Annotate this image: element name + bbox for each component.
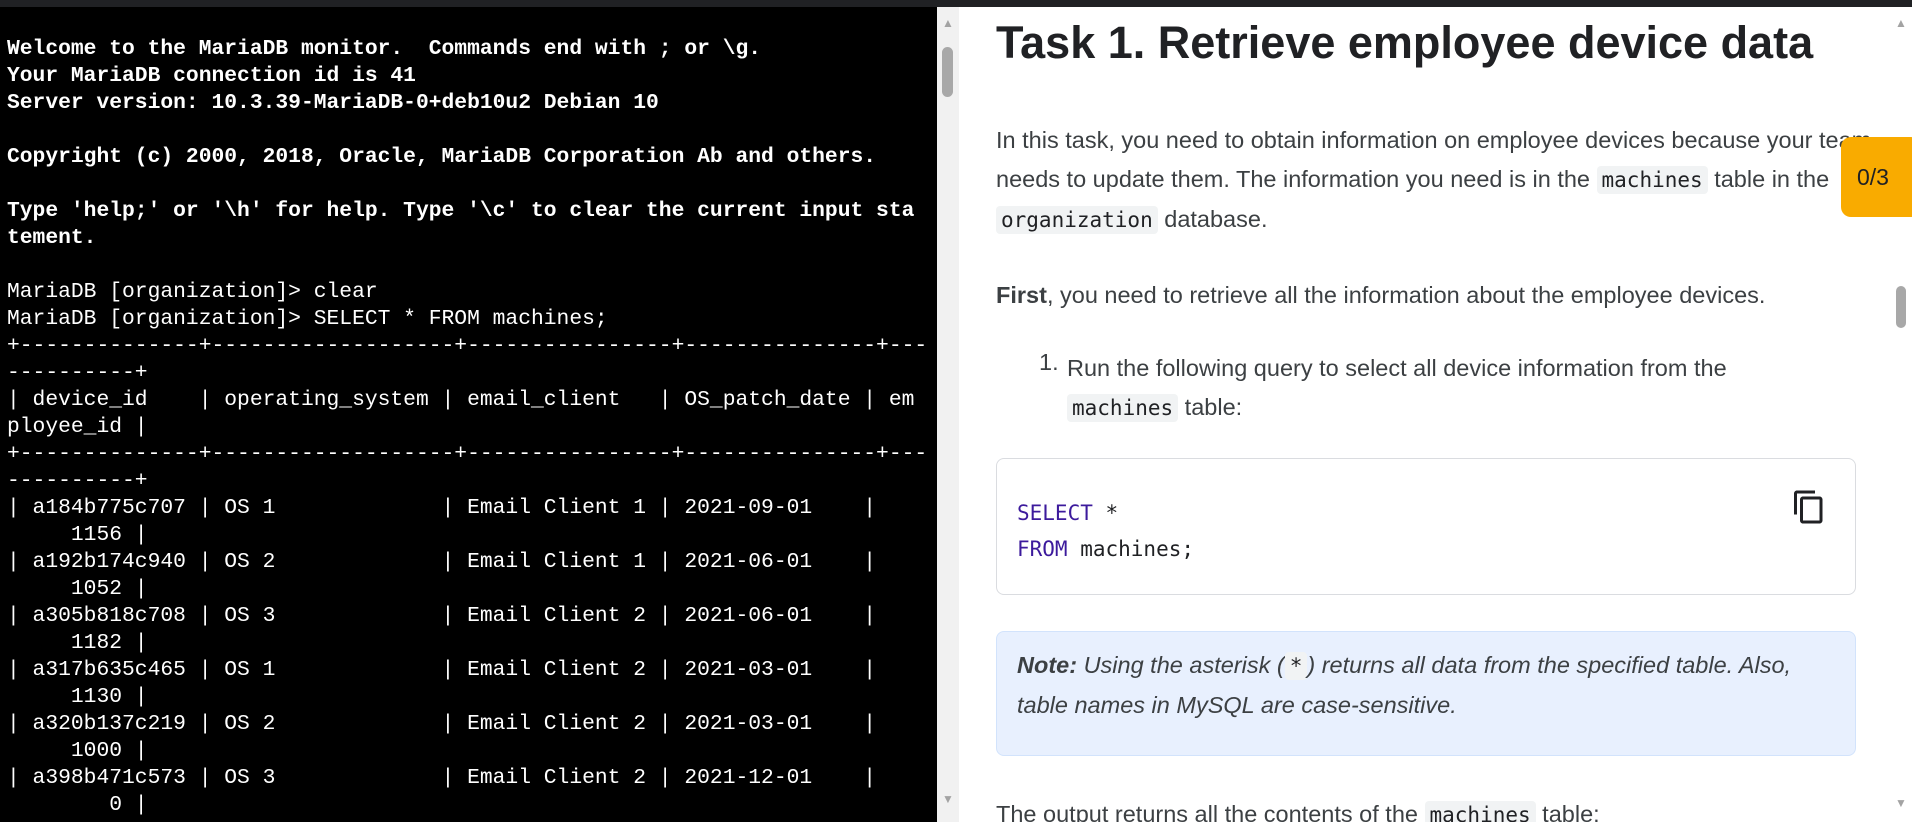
terminal-line: Copyright (c) 2000, 2018, Oracle, MariaD… bbox=[7, 145, 877, 169]
intro-text-3: database. bbox=[1157, 206, 1268, 232]
step-1-text: Run the following query to select all de… bbox=[1067, 349, 1827, 428]
code-text-2: machines; bbox=[1067, 537, 1195, 561]
first-paragraph: First, you need to retrieve all the info… bbox=[996, 276, 1876, 315]
arrow-up-icon[interactable]: ▲ bbox=[937, 13, 959, 33]
code-content[interactable]: SELECT * FROM machines; bbox=[1017, 495, 1194, 567]
terminal-line: ployee_id | bbox=[7, 415, 148, 439]
first-bold: First bbox=[996, 282, 1047, 308]
arrow-up-icon[interactable]: ▲ bbox=[1890, 13, 1912, 33]
output-paragraph: The output returns all the contents of t… bbox=[996, 795, 1876, 822]
step-text-2: table: bbox=[1178, 394, 1243, 420]
terminal-output: Welcome to the MariaDB monitor. Commands… bbox=[7, 36, 927, 819]
copy-icon[interactable] bbox=[1791, 489, 1827, 525]
terminal-line: +--------------+-------------------+----… bbox=[7, 334, 928, 358]
terminal-line: 1000 | bbox=[7, 739, 148, 763]
code-keyword-select: SELECT bbox=[1017, 501, 1093, 525]
intro-text-2: table in the bbox=[1707, 166, 1830, 192]
terminal-line: | a305b818c708 | OS 3 | Email Client 2 |… bbox=[7, 604, 877, 628]
note-text-1: Using the asterisk ( bbox=[1077, 652, 1285, 678]
task-intro: In this task, you need to obtain informa… bbox=[996, 121, 1876, 240]
code-keyword-from: FROM bbox=[1017, 537, 1068, 561]
code-text-1: * bbox=[1092, 501, 1119, 525]
terminal-line: Welcome to the MariaDB monitor. Commands… bbox=[7, 37, 762, 61]
terminal-line: Your MariaDB connection id is 41 bbox=[7, 64, 416, 88]
step-code-machines: machines bbox=[1067, 394, 1179, 422]
intro-code-machines: machines bbox=[1596, 166, 1708, 194]
terminal-line: Server version: 10.3.39-MariaDB-0+deb10u… bbox=[7, 91, 659, 115]
terminal-line: | a320b137c219 | OS 2 | Email Client 2 |… bbox=[7, 712, 877, 736]
terminal-scroll-thumb[interactable] bbox=[942, 47, 953, 97]
terminal-line: 1182 | bbox=[7, 631, 148, 655]
arrow-down-icon[interactable]: ▼ bbox=[937, 789, 959, 809]
terminal-line: Type 'help;' or '\h' for help. Type '\c'… bbox=[7, 199, 915, 223]
note-label: Note: bbox=[1017, 652, 1078, 678]
terminal-line: 0 | bbox=[7, 793, 148, 817]
note-code-asterisk: * bbox=[1284, 652, 1308, 680]
step-number: 1. bbox=[1039, 349, 1059, 375]
progress-count: 0/3 bbox=[1857, 163, 1889, 190]
first-text: , you need to retrieve all the informati… bbox=[1046, 282, 1766, 308]
code-block: SELECT * FROM machines; bbox=[996, 458, 1856, 595]
task-title: Task 1. Retrieve employee device data bbox=[996, 17, 1814, 68]
terminal-line: | a398b471c573 | OS 3 | Email Client 2 |… bbox=[7, 766, 877, 790]
terminal-line: 1052 | bbox=[7, 577, 148, 601]
lab-instructions-panel: Task 1. Retrieve employee device data In… bbox=[959, 7, 1890, 822]
terminal-panel[interactable]: Welcome to the MariaDB monitor. Commands… bbox=[0, 7, 937, 822]
page-scrollbar[interactable]: ▲ ▼ bbox=[1890, 7, 1912, 822]
output-code-machines: machines bbox=[1424, 801, 1536, 822]
progress-badge[interactable]: 0/3 bbox=[1841, 137, 1912, 217]
arrow-down-icon[interactable]: ▼ bbox=[1890, 793, 1912, 813]
note-text: Note: Using the asterisk (*) returns all… bbox=[1017, 646, 1835, 725]
terminal-line: MariaDB [organization]> clear bbox=[7, 280, 378, 304]
terminal-line: | a317b635c465 | OS 1 | Email Client 2 |… bbox=[7, 658, 877, 682]
window-top-bar bbox=[0, 0, 1912, 7]
terminal-line: ----------+ bbox=[7, 361, 148, 385]
output-text-1: The output returns all the contents of t… bbox=[996, 801, 1425, 822]
terminal-line: 1156 | bbox=[7, 523, 148, 547]
terminal-scrollbar[interactable]: ▲ ▼ bbox=[937, 7, 959, 822]
terminal-line: MariaDB [organization]> SELECT * FROM ma… bbox=[7, 307, 608, 331]
terminal-line: tement. bbox=[7, 226, 97, 250]
terminal-line: | a184b775c707 | OS 1 | Email Client 1 |… bbox=[7, 496, 877, 520]
output-text-2: table: bbox=[1535, 801, 1600, 822]
intro-code-organization: organization bbox=[996, 206, 1158, 234]
step-text-1: Run the following query to select all de… bbox=[1067, 355, 1727, 381]
terminal-line: | a192b174c940 | OS 2 | Email Client 1 |… bbox=[7, 550, 877, 574]
note-callout: Note: Using the asterisk (*) returns all… bbox=[996, 631, 1856, 756]
terminal-line: +--------------+-------------------+----… bbox=[7, 442, 928, 466]
page-scroll-thumb[interactable] bbox=[1896, 286, 1906, 328]
terminal-line: | device_id | operating_system | email_c… bbox=[7, 388, 915, 412]
terminal-line: ----------+ bbox=[7, 469, 148, 493]
terminal-line: 1130 | bbox=[7, 685, 148, 709]
